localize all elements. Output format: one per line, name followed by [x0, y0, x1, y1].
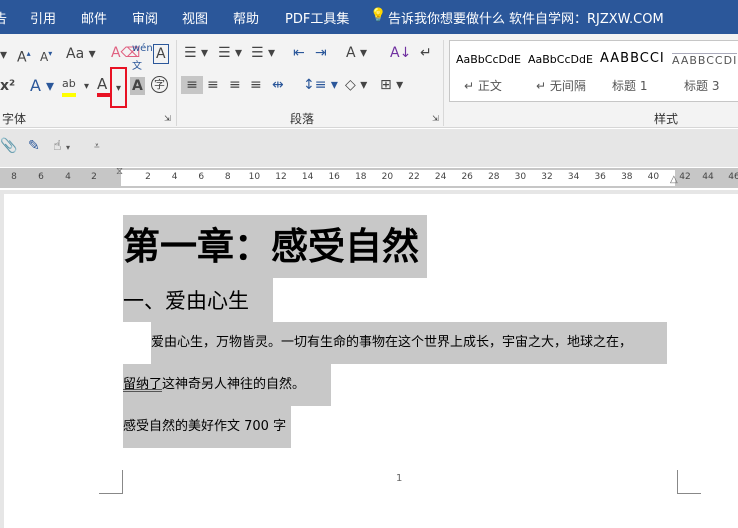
customize-qat-icon[interactable]: ⩡ — [94, 138, 100, 156]
tab-references[interactable]: 引用 — [30, 8, 56, 27]
tab-partial[interactable]: 告 — [0, 8, 7, 27]
ruler-tick: 22 — [408, 172, 420, 182]
ruler-tick: 26 — [461, 172, 473, 182]
highlight-dropdown[interactable]: ▾ — [84, 78, 89, 96]
sort-icon[interactable]: A↓ — [390, 44, 411, 62]
edit-table-icon[interactable]: ✎ — [28, 137, 40, 155]
ruler-tick: 16 — [328, 172, 340, 182]
paragraph-2-text: 这神奇另人神往的自然。 — [162, 377, 306, 392]
margin-corner — [677, 470, 701, 494]
ruler-tick: 10 — [248, 172, 261, 182]
ribbon: ▾ A▴ A▾ Aa ▾ A⌫ wén 文 A x² A ▾ ab ▾ A ▾ A… — [0, 34, 738, 128]
change-case-icon[interactable]: Aa ▾ — [66, 45, 96, 63]
ruler-tick: 8 — [224, 172, 231, 182]
bullets-icon[interactable]: ☰ ▾ — [184, 44, 208, 62]
font-group-label: 字体 — [2, 112, 27, 126]
ruler-tick: 34 — [567, 172, 580, 182]
ruler-tick: 18 — [355, 172, 367, 182]
distributed-icon[interactable]: ⇹ — [272, 76, 284, 94]
ruler-tick: 32 — [541, 172, 553, 182]
tab-help[interactable]: 帮助 — [233, 8, 259, 27]
borders-icon[interactable]: ⊞ ▾ — [380, 76, 403, 94]
style-heading1[interactable]: 标题 1 — [612, 77, 647, 94]
font-color-icon[interactable]: A — [97, 75, 111, 97]
touch-mode-icon[interactable]: ☝ ▾ — [53, 137, 70, 157]
indent-marker[interactable]: ⧖ — [116, 166, 123, 177]
justify-icon[interactable]: ≡ — [250, 76, 262, 94]
attach-icon[interactable]: 📎 — [0, 137, 17, 155]
ruler-tick: 2 — [145, 172, 151, 182]
char-shading-icon[interactable]: A — [130, 77, 145, 95]
show-marks-icon[interactable]: ↵ — [420, 44, 432, 62]
tab-view[interactable]: 视图 — [182, 8, 208, 27]
lightbulb-icon: 💡 — [370, 8, 387, 23]
ruler-tick: 30 — [514, 172, 527, 182]
margin-corner — [99, 470, 123, 494]
highlight-icon[interactable]: ab — [62, 75, 76, 97]
section-heading[interactable]: 一、爱由心生 — [123, 278, 273, 322]
line-spacing-icon[interactable]: ↕≡ ▾ — [303, 76, 338, 94]
ruler-tick: 38 — [621, 172, 633, 182]
ruler-tick: 20 — [381, 172, 394, 182]
style-normal[interactable]: ↵ 正文 — [464, 77, 502, 94]
align-right-icon[interactable]: ≡ — [229, 76, 241, 94]
tab-mailings[interactable]: 邮件 — [81, 8, 107, 27]
style-heading3-preview[interactable]: AABBCCDI — [672, 53, 738, 67]
ruler-tick: 12 — [275, 172, 287, 182]
style-no-spacing[interactable]: ↵ 无间隔 — [536, 77, 586, 94]
paragraph-dialog-launcher[interactable]: ⇲ — [432, 110, 439, 128]
quick-access-toolbar: 📎 ✎ ☝ ▾ ⩡ — [0, 129, 738, 167]
ruler-tick: 4 — [171, 172, 178, 182]
styles-gallery: AaBbCcDdE ↵ 正文 AaBbCcDdE ↵ 无间隔 AABBCCI 标… — [449, 40, 738, 102]
ruler[interactable]: 8 6 4 2 2 4 6 8 10 12 14 16 18 20 22 24 26 28 30 32 34 36… — [0, 166, 738, 188]
phonetic-guide-icon[interactable]: wén 文 — [132, 40, 153, 76]
page-number: 1 — [396, 473, 403, 484]
ruler-tick: 28 — [488, 172, 500, 182]
multilevel-list-icon[interactable]: ☰ ▾ — [251, 44, 275, 62]
styles-group-label: 样式 — [654, 112, 679, 126]
ruler-tick: 14 — [301, 172, 314, 182]
superscript-icon[interactable]: x² — [0, 77, 15, 95]
text-effects-icon[interactable]: A ▾ — [30, 77, 54, 95]
shrink-font-icon[interactable]: A▾ — [40, 45, 52, 66]
chapter-title[interactable]: 第一章：感受自然 — [123, 215, 427, 278]
increase-indent-icon[interactable]: ⇥ — [315, 44, 327, 62]
decrease-indent-icon[interactable]: ⇤ — [293, 44, 305, 62]
ruler-tick: 24 — [434, 172, 447, 182]
paragraph-1[interactable]: 爱由心生，万物皆灵。一切有生命的事物在这个世界上成长，宇宙之大，地球之在， — [151, 322, 667, 364]
ribbon-tabs: 告 引用 邮件 审阅 视图 帮助 PDF工具集 💡 告诉我你想要做什么 软件自学… — [0, 0, 738, 34]
paragraph-group-label: 段落 — [290, 112, 315, 126]
align-center-icon[interactable]: ≡ — [207, 76, 219, 94]
tab-review[interactable]: 审阅 — [132, 8, 158, 27]
char-border-icon[interactable]: A — [153, 44, 169, 64]
shading-icon[interactable]: ◇ ▾ — [345, 76, 367, 94]
numbering-icon[interactable]: ☰ ▾ — [218, 44, 242, 62]
tell-me-box[interactable]: 告诉我你想要做什么 — [388, 8, 505, 27]
enclose-char-icon[interactable]: 字 — [151, 76, 168, 93]
style-normal-preview[interactable]: AaBbCcDdE — [456, 53, 521, 66]
grow-font-icon[interactable]: A▴ — [17, 45, 31, 67]
tab-pdf[interactable]: PDF工具集 — [285, 8, 349, 27]
font-color-dropdown[interactable]: ▾ — [110, 67, 127, 108]
site-label: 软件自学网：RJZXW.COM — [509, 12, 664, 27]
align-left-icon[interactable]: ≡ — [181, 76, 203, 94]
paragraph-2[interactable]: 留纳了这神奇另人神往的自然。 — [123, 364, 331, 406]
font-size-dropdown[interactable]: ▾ — [0, 46, 7, 64]
text-direction-icon[interactable]: A ▾ — [346, 44, 367, 62]
style-heading1-preview[interactable]: AABBCCI — [600, 51, 665, 66]
style-heading3[interactable]: 标题 3 — [684, 77, 719, 94]
style-no-spacing-preview[interactable]: AaBbCcDdE — [528, 53, 593, 66]
paragraph-3[interactable]: 感受自然的美好作文 700 字 — [123, 406, 291, 448]
right-indent-marker[interactable]: △ — [670, 174, 678, 185]
ruler-tick: 36 — [594, 172, 606, 182]
font-dialog-launcher[interactable]: ⇲ — [164, 110, 171, 128]
ruler-tick: 40 — [647, 172, 660, 182]
ruler-tick: 6 — [198, 172, 205, 182]
underlined-text: 留纳了 — [123, 377, 163, 392]
